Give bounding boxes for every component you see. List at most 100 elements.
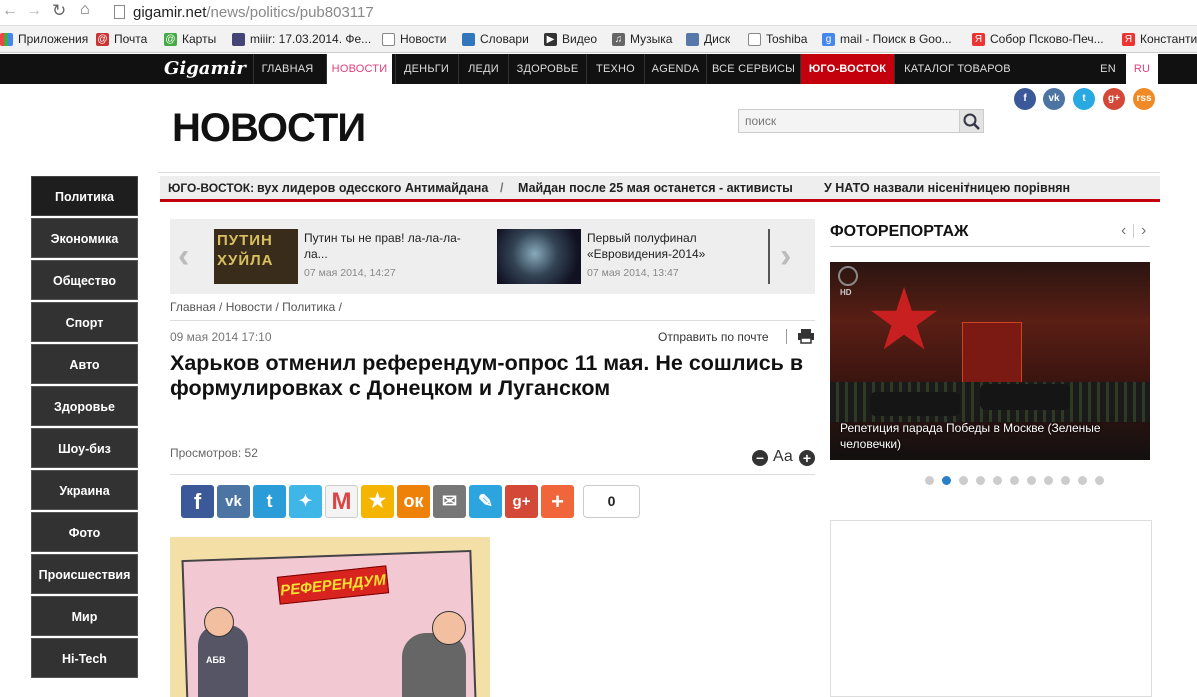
mail-icon: @ (96, 32, 109, 46)
carousel-thumb[interactable]: ПУТИН ХУЙЛА (214, 229, 298, 284)
odnoklassniki-icon[interactable]: ок (397, 485, 430, 518)
send-mail-link[interactable]: Отправить по почте (658, 330, 769, 344)
url-field[interactable]: gigamir.net/news/politics/pub803117 (133, 4, 374, 21)
nav-money[interactable]: ДЕНЬГИ (395, 54, 457, 84)
carousel-item-title[interactable]: Первый полуфинал «Евровидения-2014» (587, 230, 759, 262)
divider (170, 320, 815, 321)
carousel-dot[interactable] (1044, 476, 1053, 485)
back-icon[interactable]: ← (2, 2, 18, 20)
nav-agenda[interactable]: AGENDA (644, 54, 706, 84)
more-share-icon[interactable]: + (541, 485, 574, 518)
sidebar-item-ukraine[interactable]: Украина (31, 470, 138, 510)
carousel-dot[interactable] (1061, 476, 1070, 485)
carousel-dot[interactable] (1095, 476, 1104, 485)
vk-icon[interactable]: vk (217, 485, 250, 518)
twitter-icon[interactable]: t (1073, 88, 1095, 110)
sidebar-item-health[interactable]: Здоровье (31, 386, 138, 426)
carousel-dot[interactable] (925, 476, 934, 485)
carousel-dot[interactable] (1078, 476, 1087, 485)
breadcrumb-news[interactable]: Новости (226, 300, 272, 314)
bookmark-mail[interactable]: @ Почта (96, 32, 147, 46)
gmail-icon[interactable]: M (325, 485, 358, 518)
carousel-dot[interactable] (993, 476, 1002, 485)
nav-lady[interactable]: ЛЕДИ (458, 54, 508, 84)
twitter-icon[interactable]: t (253, 485, 286, 518)
bookmark-maps[interactable]: @ Карты (164, 32, 216, 46)
user-icon (232, 32, 245, 46)
carousel-prev-icon[interactable]: ‹ (178, 237, 189, 276)
sidebar-item-world[interactable]: Мир (31, 596, 138, 636)
carousel-thumb[interactable] (497, 229, 581, 284)
nav-southeast[interactable]: ЮГО-ВОСТОК (800, 54, 894, 84)
ticker-item[interactable]: вух лидеров одесского Антимайдана (257, 181, 488, 195)
font-increase-icon[interactable]: + (799, 450, 815, 466)
carousel-next-icon[interactable]: › (780, 237, 791, 276)
breadcrumb-home[interactable]: Главная (170, 300, 216, 314)
twitter-bird-icon[interactable]: ✦ (289, 485, 322, 518)
search-input[interactable] (739, 110, 959, 132)
bookmark-toshiba[interactable]: Toshiba (748, 32, 807, 46)
font-decrease-icon[interactable]: – (752, 450, 768, 466)
carousel-dot[interactable] (976, 476, 985, 485)
breadcrumb-politics[interactable]: Политика (282, 300, 335, 314)
sidebar-item-hitech[interactable]: Hi-Tech (31, 638, 138, 678)
forward-icon[interactable]: → (26, 2, 42, 20)
carousel-dot[interactable] (942, 476, 951, 485)
print-icon[interactable] (797, 328, 815, 344)
bookmark-news[interactable]: Новости (382, 32, 446, 46)
star-icon[interactable]: ★ (361, 485, 394, 518)
bookmark-google[interactable]: g mail - Поиск в Goo... (822, 32, 952, 46)
sidebar-item-photo[interactable]: Фото (31, 512, 138, 552)
sidebar-item-incidents[interactable]: Происшествия (31, 554, 138, 594)
search-button[interactable] (959, 110, 983, 132)
livejournal-icon[interactable]: ✎ (469, 485, 502, 518)
bookmark-miiir[interactable]: miiir: 17.03.2014. Фе... (232, 32, 371, 46)
rss-icon[interactable]: rss (1133, 88, 1155, 110)
nav-home[interactable]: ГЛАВНАЯ (253, 54, 321, 84)
nav-catalog[interactable]: КАТАЛОГ ТОВАРОВ (894, 54, 1020, 84)
carousel-item-title[interactable]: Путин ты не прав! ла-ла-ла-ла... (304, 230, 476, 262)
carousel-dot[interactable] (1010, 476, 1019, 485)
carousel-dot[interactable] (959, 476, 968, 485)
bookmark-disk[interactable]: Диск (686, 32, 730, 46)
reload-icon[interactable]: ↻ (52, 1, 66, 21)
ticker-item[interactable]: У НАТО назвали нісенітницею порівнян (824, 181, 1070, 195)
facebook-icon[interactable]: f (1014, 88, 1036, 110)
sidebar-item-sport[interactable]: Спорт (31, 302, 138, 342)
photo-prev-icon[interactable]: ‹ (1121, 222, 1126, 240)
bookmark-konst[interactable]: Я Константи (1122, 32, 1197, 46)
nav-all-services[interactable]: ВСЕ СЕРВИСЫ (706, 54, 800, 84)
sidebar-item-society[interactable]: Общество (31, 260, 138, 300)
google-plus-icon[interactable]: g+ (1103, 88, 1125, 110)
email-icon[interactable]: ✉ (433, 485, 466, 518)
bookmark-dict[interactable]: Словари (462, 32, 529, 46)
site-top-nav: Gigamir ГЛАВНАЯ НОВОСТИ ДЕНЬГИ ЛЕДИ ЗДОР… (0, 54, 1197, 84)
sidebar-item-auto[interactable]: Авто (31, 344, 138, 384)
photo-slide[interactable]: HD ★ Репетиция парада Победы в Москве (З… (830, 262, 1150, 460)
bookmark-video[interactable]: ▶ Видео (544, 32, 597, 46)
nav-health[interactable]: ЗДОРОВЬЕ (508, 54, 586, 84)
article-image: РЕФЕРЕНДУМ АБВ (170, 537, 490, 697)
sidebar-item-politics[interactable]: Политика (31, 176, 138, 216)
nav-news[interactable]: НОВОСТИ (326, 54, 392, 84)
bookmark-label: Константи (1140, 32, 1197, 46)
ticker-item[interactable]: Майдан после 25 мая останется - активист… (518, 181, 793, 195)
bookmark-apps[interactable]: Приложения (0, 32, 88, 46)
lang-en[interactable]: EN (1092, 54, 1124, 84)
home-icon[interactable]: ⌂ (80, 1, 90, 19)
bookmark-music[interactable]: ♫ Музыка (612, 32, 672, 46)
photo-car (980, 384, 1070, 410)
site-logo[interactable]: Gigamir (164, 58, 246, 79)
google-plus-icon[interactable]: g+ (505, 485, 538, 518)
sidebar-item-showbiz[interactable]: Шоу-биз (31, 428, 138, 468)
facebook-icon[interactable]: f (181, 485, 214, 518)
carousel-dot[interactable] (1027, 476, 1036, 485)
vk-icon[interactable]: vk (1043, 88, 1065, 110)
sidebar-item-economy[interactable]: Экономика (31, 218, 138, 258)
photo-report-heading: ФОТОРЕПОРТАЖ (830, 223, 969, 240)
bookmark-label: Диск (704, 32, 731, 46)
lang-ru[interactable]: RU (1126, 54, 1158, 84)
nav-techno[interactable]: ТЕХНО (586, 54, 644, 84)
photo-next-icon[interactable]: › (1141, 222, 1146, 240)
bookmark-yandex[interactable]: Я Собор Псково-Печ... (972, 32, 1104, 46)
